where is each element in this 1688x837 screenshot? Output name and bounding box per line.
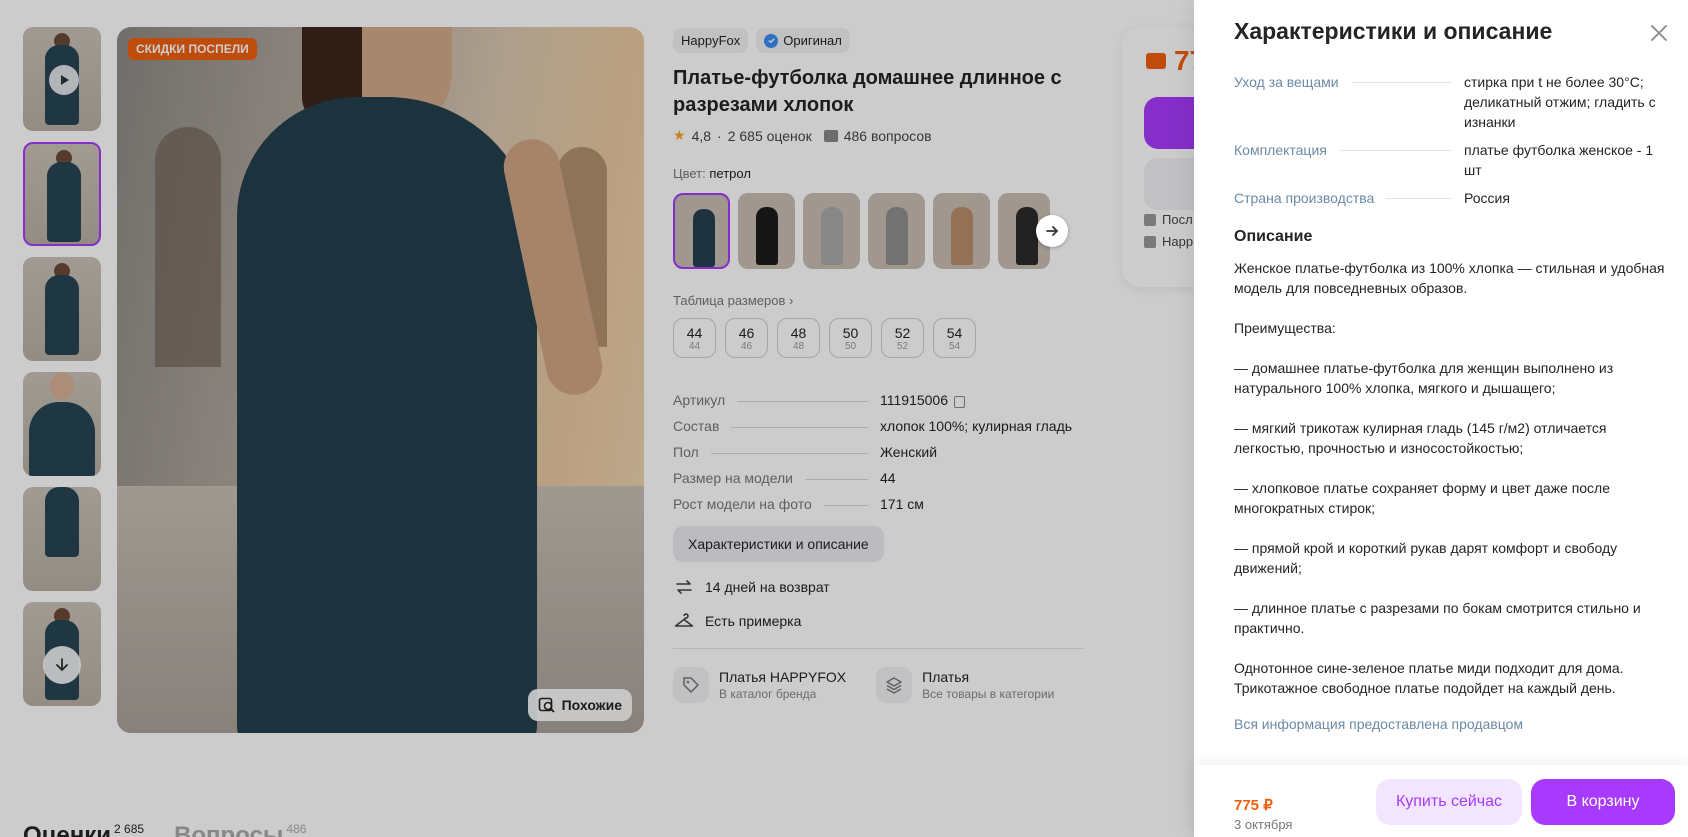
characteristic-key: Уход за вещами [1234, 72, 1464, 92]
characteristic-key-text: Комплектация [1234, 142, 1327, 158]
panel-body: Уход за вещами стирка при t не более 30°… [1234, 72, 1674, 732]
description-title: Описание [1234, 228, 1313, 245]
details-panel: Характеристики и описание Уход за вещами… [1194, 0, 1688, 837]
characteristic-value: платье футболка женское - 1 шт [1464, 142, 1654, 178]
add-to-cart-button[interactable]: В корзину [1531, 779, 1675, 825]
panel-footer: 775 ₽ 3 октября Купить сейчас В корзину [1194, 765, 1688, 837]
footer-delivery-date: 3 октября [1234, 817, 1293, 832]
close-icon[interactable] [1646, 20, 1672, 46]
seller-note: Вся информация предоставлена продавцом [1234, 716, 1524, 732]
characteristic-value: стирка при t не более 30°C; деликатный о… [1464, 74, 1656, 130]
characteristic-leader [1338, 150, 1452, 151]
characteristic-row: Страна производства Россия [1234, 188, 1674, 208]
panel-title: Характеристики и описание [1234, 18, 1553, 44]
characteristic-key: Страна производства [1234, 188, 1464, 208]
characteristic-row: Комплектация платье футболка женское - 1… [1234, 140, 1674, 180]
description-text: Женское платье-футболка из 100% хлопка —… [1234, 260, 1665, 696]
next-arrow-icon[interactable] [1036, 215, 1068, 247]
buy-now-button[interactable]: Купить сейчас [1376, 779, 1522, 825]
characteristic-key: Комплектация [1234, 140, 1464, 160]
characteristic-key-text: Уход за вещами [1234, 74, 1339, 90]
characteristic-leader [1350, 82, 1452, 83]
characteristic-leader [1386, 198, 1452, 199]
footer-price: 775 ₽ [1234, 797, 1273, 814]
characteristic-key-text: Страна производства [1234, 190, 1375, 206]
characteristic-value: Россия [1464, 190, 1510, 206]
characteristic-row: Уход за вещами стирка при t не более 30°… [1234, 72, 1674, 132]
